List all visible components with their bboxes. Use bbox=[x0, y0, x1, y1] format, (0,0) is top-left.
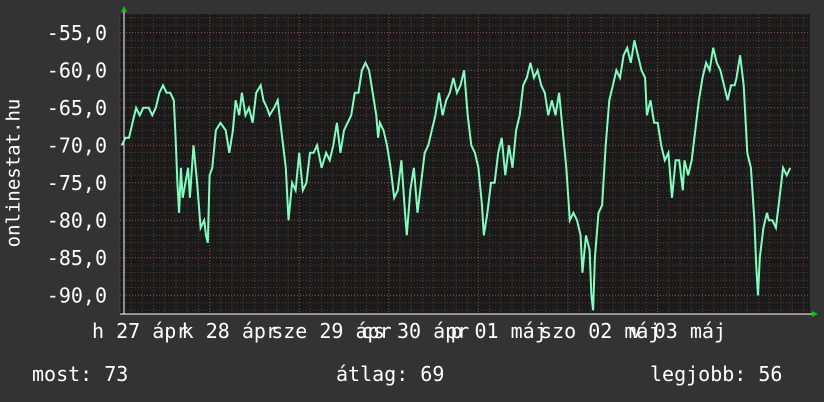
y-tick-label: -60,0 bbox=[47, 58, 107, 82]
line-chart: -55,0 -60,0 -65,0 -70,0 -75,0 -80,0 -85,0 -90,0… bbox=[47, 6, 818, 343]
stat-average: átlag: 69 bbox=[336, 362, 445, 386]
y-tick-label: -85,0 bbox=[47, 246, 107, 270]
plot-area bbox=[120, 14, 810, 314]
x-tick-label: v 03 máj bbox=[630, 319, 726, 343]
y-axis-label: onlinestat.hu bbox=[0, 88, 28, 258]
y-tick-label: -80,0 bbox=[47, 208, 107, 232]
x-axis-ticks: h 27 áprk 28 áprsze 29 áprcs 30 áprp 01 … bbox=[92, 319, 726, 343]
y-tick-label: -75,0 bbox=[47, 171, 107, 195]
y-tick-label: -90,0 bbox=[47, 283, 107, 307]
y-tick-label: -55,0 bbox=[47, 21, 107, 45]
x-axis-arrow bbox=[812, 311, 818, 317]
x-tick-label: k 28 ápr bbox=[182, 319, 278, 343]
y-tick-label: -65,0 bbox=[47, 96, 107, 120]
y-axis-label-text: onlinestat.hu bbox=[2, 98, 24, 248]
stat-current: most: 73 bbox=[32, 362, 129, 386]
y-axis-ticks: -55,0 -60,0 -65,0 -70,0 -75,0 -80,0 -85,0 -90,0 bbox=[47, 21, 107, 308]
y-tick-label: -70,0 bbox=[47, 133, 107, 157]
x-tick-label: h 27 ápr bbox=[92, 319, 188, 343]
y-axis-arrow bbox=[121, 6, 127, 12]
x-tick-label: p 01 máj bbox=[450, 319, 546, 343]
stat-best: legjobb: 56 bbox=[650, 362, 783, 386]
